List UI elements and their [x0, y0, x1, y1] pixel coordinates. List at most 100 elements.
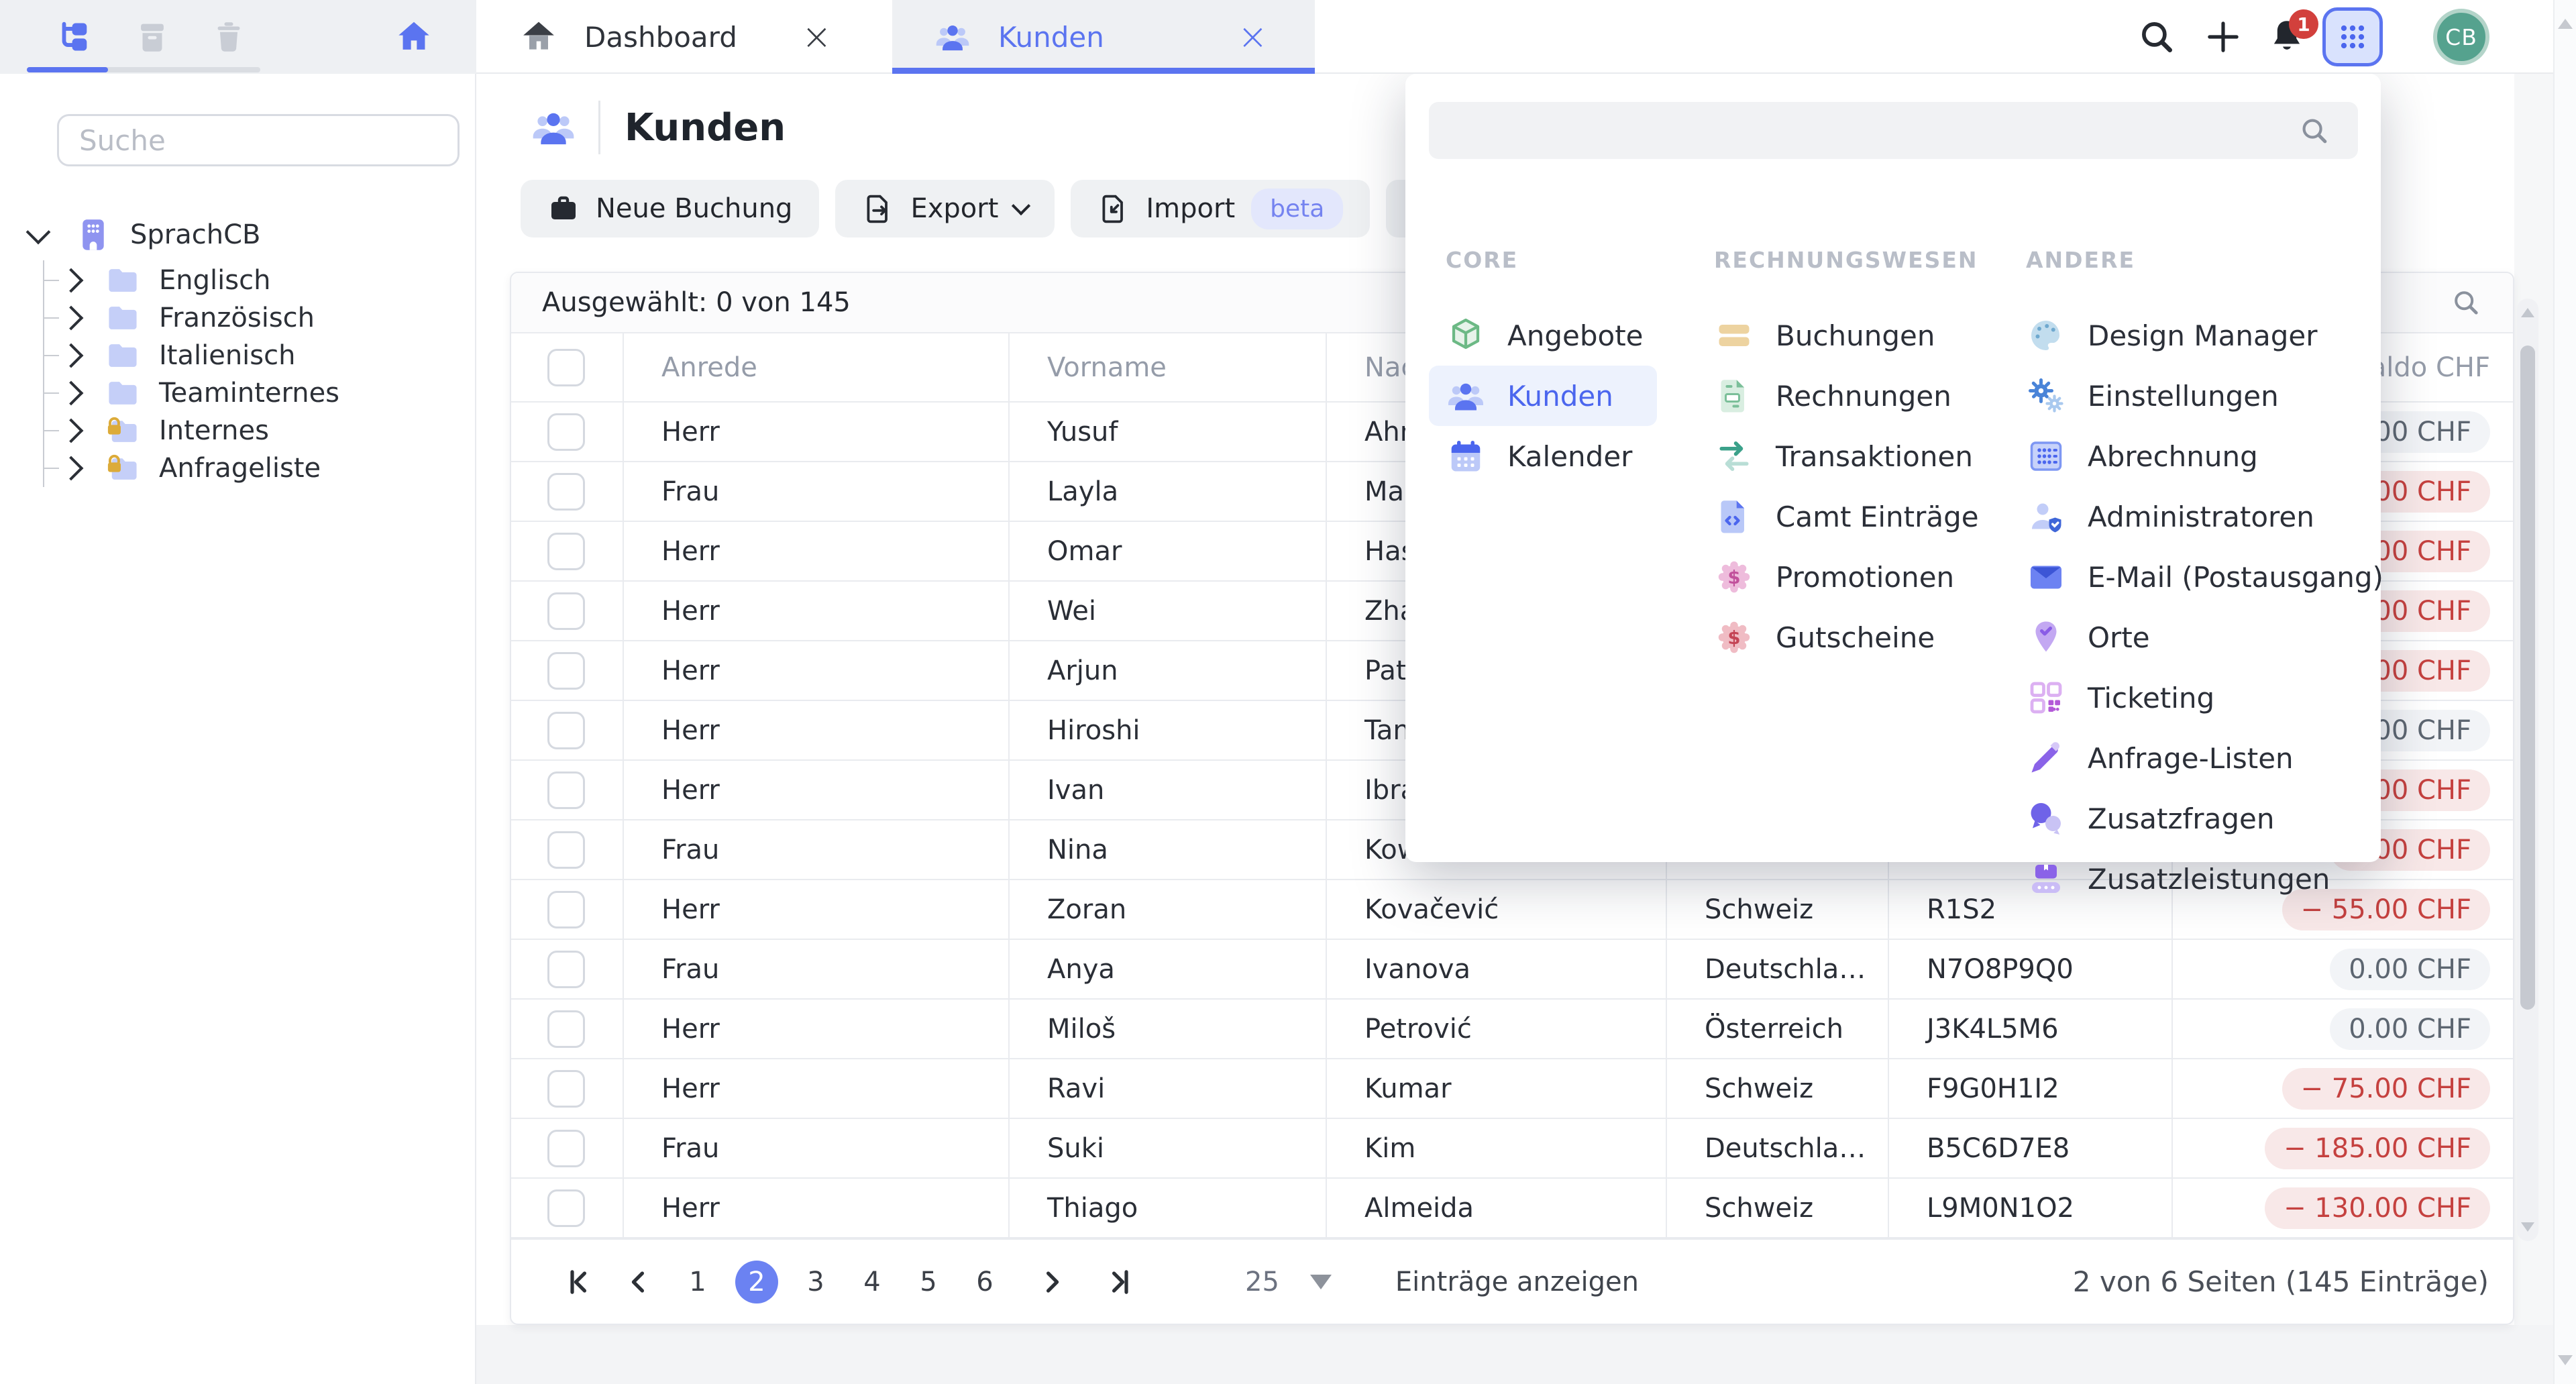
row-checkbox[interactable] — [547, 1189, 585, 1227]
launcher-item-kunden[interactable]: Kunden — [1429, 366, 1657, 426]
sidebar-search-input[interactable] — [57, 114, 460, 166]
launcher-item-zusatzfragen[interactable]: Zusatzfragen — [2009, 788, 2358, 849]
tree-item-französisch[interactable]: Französisch — [62, 299, 315, 337]
home-icon[interactable] — [394, 17, 433, 56]
chevron-down-icon[interactable] — [26, 220, 51, 245]
content-scrollbar[interactable] — [2517, 299, 2538, 1241]
launcher-item-transaktionen[interactable]: Transaktionen — [1697, 426, 1979, 486]
row-checkbox[interactable] — [547, 771, 585, 809]
trash-icon[interactable] — [209, 17, 248, 56]
launcher-item-buchungen[interactable]: Buchungen — [1697, 305, 1979, 366]
row-checkbox[interactable] — [547, 891, 585, 928]
row-checkbox[interactable] — [547, 652, 585, 690]
import-button[interactable]: Importbeta — [1071, 180, 1370, 237]
export-button[interactable]: Export — [835, 180, 1055, 237]
app-launcher-button[interactable] — [2322, 7, 2383, 66]
row-checkbox[interactable] — [547, 951, 585, 988]
prev-page-button[interactable] — [621, 1265, 656, 1299]
page-size-select[interactable]: 25 — [1245, 1267, 1332, 1297]
launcher-item-gutscheine[interactable]: $ Gutscheine — [1697, 607, 1979, 668]
launcher-item-angebote[interactable]: Angebote — [1429, 305, 1657, 366]
folder-lock-icon — [103, 413, 143, 448]
page-2-button[interactable]: 2 — [735, 1261, 778, 1303]
tree-item-internes[interactable]: Internes — [62, 412, 269, 449]
tree-icon[interactable] — [54, 17, 93, 56]
avatar[interactable]: CB — [2433, 9, 2489, 65]
scrollbar-thumb[interactable] — [2520, 345, 2535, 1010]
row-checkbox[interactable] — [547, 831, 585, 869]
page-6-button[interactable]: 6 — [966, 1261, 1004, 1303]
launcher-item-orte[interactable]: Orte — [2009, 607, 2358, 668]
page-scrollbar[interactable] — [2553, 0, 2576, 1384]
cell-anrede: Herr — [623, 403, 1008, 461]
transfer-icon — [1714, 436, 1754, 476]
scroll-down-arrow[interactable] — [2558, 1355, 2573, 1365]
launcher-item-zusatzleistungen[interactable]: Zusatzleistungen — [2009, 849, 2358, 909]
page-4-button[interactable]: 4 — [853, 1261, 891, 1303]
launcher-search-input[interactable] — [1429, 102, 2358, 159]
row-checkbox[interactable] — [547, 592, 585, 630]
launcher-item-ticketing[interactable]: Ticketing — [2009, 668, 2358, 728]
page-5-button[interactable]: 5 — [910, 1261, 947, 1303]
table-row[interactable]: Frau Anya Ivanova Deutschla… N7O8P9Q0 0.… — [511, 940, 2513, 1000]
chevron-right-icon[interactable] — [59, 343, 84, 368]
launcher-item-rechnungen[interactable]: Rechnungen — [1697, 366, 1979, 426]
table-row[interactable]: Frau Suki Kim Deutschla… B5C6D7E8 − 185.… — [511, 1119, 2513, 1179]
launcher-item-abrechnung[interactable]: Abrechnung — [2009, 426, 2358, 486]
launcher-item-kalender[interactable]: Kalender — [1429, 426, 1657, 486]
search-icon[interactable] — [2298, 114, 2331, 148]
row-checkbox[interactable] — [547, 413, 585, 451]
tab-kunden[interactable]: Kunden × — [892, 0, 1315, 74]
search-icon[interactable] — [2136, 16, 2178, 58]
close-icon[interactable]: × — [1238, 19, 1268, 55]
tree-connector — [43, 280, 59, 281]
tab-dashboard[interactable]: Dashboard × — [490, 0, 879, 74]
archive-icon[interactable] — [133, 17, 172, 56]
chevron-right-icon[interactable] — [59, 306, 84, 331]
launcher-item-promotionen[interactable]: $ Promotionen — [1697, 547, 1979, 607]
scroll-down-arrow[interactable] — [2521, 1222, 2534, 1232]
tree-item-label: Englisch — [159, 265, 270, 296]
neue-buchung-button[interactable]: Neue Buchung — [521, 180, 819, 237]
last-page-button[interactable] — [1100, 1265, 1135, 1299]
launcher-item-administratoren[interactable]: Administratoren — [2009, 486, 2358, 547]
palette-icon — [2026, 315, 2066, 356]
row-checkbox[interactable] — [547, 1070, 585, 1108]
first-page-button[interactable] — [564, 1265, 598, 1299]
close-icon[interactable]: × — [802, 19, 832, 55]
scroll-up-arrow[interactable] — [2558, 19, 2573, 29]
chevron-right-icon[interactable] — [59, 456, 84, 481]
table-row[interactable]: Herr Miloš Petrović Österreich J3K4L5M6 … — [511, 1000, 2513, 1059]
table-row[interactable]: Herr Thiago Almeida Schweiz L9M0N1O2 − 1… — [511, 1179, 2513, 1238]
chevron-right-icon[interactable] — [59, 381, 84, 406]
tree-item-englisch[interactable]: Englisch — [62, 262, 270, 299]
tree-item-teaminternes[interactable]: Teaminternes — [62, 374, 339, 412]
select-all-checkbox[interactable] — [547, 349, 585, 386]
row-checkbox[interactable] — [547, 1130, 585, 1167]
launcher-item-einstellungen[interactable]: Einstellungen — [2009, 366, 2358, 426]
row-checkbox[interactable] — [547, 473, 585, 511]
page-1-button[interactable]: 1 — [679, 1261, 716, 1303]
plus-icon[interactable] — [2202, 16, 2244, 58]
launcher-item-anfrage-listen[interactable]: Anfrage-Listen — [2009, 728, 2358, 788]
table-row[interactable]: Herr Ravi Kumar Schweiz F9G0H1I2 − 75.00… — [511, 1059, 2513, 1119]
launcher-item-label: Promotionen — [1776, 561, 1954, 594]
page-3-button[interactable]: 3 — [797, 1261, 835, 1303]
scroll-up-arrow[interactable] — [2521, 308, 2534, 317]
chevron-right-icon[interactable] — [59, 268, 84, 293]
next-page-button[interactable] — [1034, 1265, 1069, 1299]
launcher-item-label: Camt Einträge — [1776, 500, 1979, 533]
launcher-item-design-manager[interactable]: Design Manager — [2009, 305, 2358, 366]
tree-root-sprachcb[interactable]: SprachCB — [30, 216, 260, 254]
row-checkbox[interactable] — [547, 712, 585, 749]
table-search-icon[interactable] — [2450, 286, 2482, 319]
chevron-right-icon[interactable] — [59, 419, 84, 443]
launcher-item-e-mail-postausgang-[interactable]: E-Mail (Postausgang) — [2009, 547, 2358, 607]
launcher-item-label: Angebote — [1507, 319, 1644, 352]
cell-code: B5C6D7E8 — [1888, 1119, 2171, 1177]
tree-item-anfrageliste[interactable]: Anfrageliste — [62, 449, 321, 487]
row-checkbox[interactable] — [547, 533, 585, 570]
launcher-item-camt-eintr-ge[interactable]: Camt Einträge — [1697, 486, 1979, 547]
row-checkbox[interactable] — [547, 1010, 585, 1048]
tree-item-italienisch[interactable]: Italienisch — [62, 337, 295, 374]
